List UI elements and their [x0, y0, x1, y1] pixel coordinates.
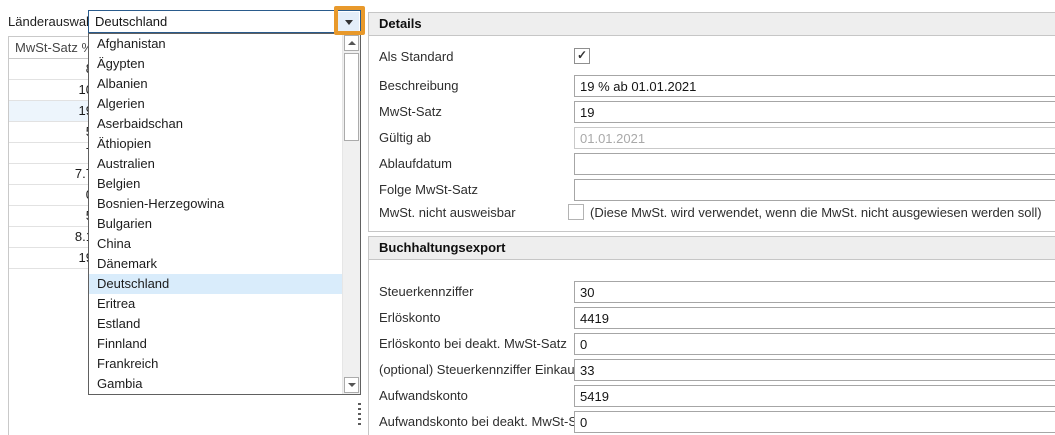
mwst-rate-row[interactable]: 8.1: [9, 227, 97, 248]
country-dropdown-list: AfghanistanÄgyptenAlbanienAlgerienAserba…: [89, 34, 360, 394]
details-section: Details Als Standard ✓ Beschreibung MwSt…: [368, 12, 1055, 232]
country-option[interactable]: China: [89, 234, 360, 254]
aufwandskonto-deakt-label: Aufwandskonto bei deakt. MwSt-Satz: [379, 411, 594, 433]
combobox-dropdown-button[interactable]: [338, 12, 359, 31]
folge-mwst-satz-input[interactable]: [574, 179, 1055, 201]
mwst-rate-row[interactable]: 5: [9, 206, 97, 227]
chevron-down-icon: [345, 20, 353, 25]
mwst-nicht-ausweisbar-label: MwSt. nicht ausweisbar: [379, 202, 516, 224]
scroll-down-button[interactable]: [344, 377, 359, 393]
mwst-nicht-ausweisbar-checkbox[interactable]: [568, 204, 584, 220]
mwst-nicht-ausweisbar-note: (Diese MwSt. wird verwendet, wenn die Mw…: [590, 204, 1042, 222]
mwst-rate-row[interactable]: 7.7: [9, 164, 97, 185]
chevron-up-icon: [348, 41, 356, 45]
mwst-rates-column-header[interactable]: MwSt-Satz %: [9, 37, 97, 59]
country-combobox[interactable]: Deutschland: [88, 10, 361, 33]
steuerkennziffer-einkauf-input[interactable]: [574, 359, 1055, 381]
erloeskonto-input[interactable]: [574, 307, 1055, 329]
country-option[interactable]: Estland: [89, 314, 360, 334]
erloeskonto-deakt-label: Erlöskonto bei deakt. MwSt-Satz: [379, 333, 567, 355]
country-dropdown-popup: AfghanistanÄgyptenAlbanienAlgerienAserba…: [88, 33, 361, 395]
steuerkennziffer-einkauf-label: (optional) Steuerkennziffer Einkauf: [379, 359, 578, 381]
country-option[interactable]: Australien: [89, 154, 360, 174]
erloeskonto-label: Erlöskonto: [379, 307, 440, 329]
country-option[interactable]: Äthiopien: [89, 134, 360, 154]
scroll-up-button[interactable]: [344, 35, 359, 51]
folge-mwst-satz-label: Folge MwSt-Satz: [379, 179, 478, 201]
chevron-down-icon: [348, 383, 356, 387]
mwst-rate-row[interactable]: 0: [9, 185, 97, 206]
beschreibung-input[interactable]: [574, 75, 1055, 97]
steuerkennziffer-input[interactable]: [574, 281, 1055, 303]
buchhaltungsexport-section: Buchhaltungsexport Steuerkennziffer Erlö…: [368, 236, 1055, 435]
panel-splitter-grip[interactable]: [358, 403, 361, 426]
country-select-label: Länderauswahl: [8, 10, 96, 33]
country-option[interactable]: Belgien: [89, 174, 360, 194]
mwst-rate-row[interactable]: 8: [9, 59, 97, 80]
country-option[interactable]: Deutschland: [89, 274, 360, 294]
details-section-title: Details: [369, 13, 1055, 36]
country-option[interactable]: Finnland: [89, 334, 360, 354]
mwst-rate-row[interactable]: 19: [9, 101, 97, 122]
gueltig-ab-input: [574, 127, 1055, 149]
country-option[interactable]: Aserbaidschan: [89, 114, 360, 134]
mwst-rate-row[interactable]: 5: [9, 122, 97, 143]
country-option[interactable]: Ägypten: [89, 54, 360, 74]
mwst-rate-row[interactable]: 10: [9, 80, 97, 101]
country-option[interactable]: Bulgarien: [89, 214, 360, 234]
aufwandskonto-input[interactable]: [574, 385, 1055, 407]
aufwandskonto-label: Aufwandskonto: [379, 385, 468, 407]
country-option[interactable]: Eritrea: [89, 294, 360, 314]
buchhaltungsexport-section-title: Buchhaltungsexport: [369, 237, 1055, 260]
steuerkennziffer-label: Steuerkennziffer: [379, 281, 473, 303]
gueltig-ab-label: Gültig ab: [379, 127, 431, 149]
als-standard-checkbox[interactable]: ✓: [574, 48, 590, 64]
beschreibung-label: Beschreibung: [379, 75, 459, 97]
als-standard-label: Als Standard: [379, 46, 453, 68]
country-option[interactable]: Algerien: [89, 94, 360, 114]
ablaufdatum-label: Ablaufdatum: [379, 153, 452, 175]
mwst-rate-row[interactable]: 7: [9, 143, 97, 164]
country-option[interactable]: Afghanistan: [89, 34, 360, 54]
country-combobox-value: Deutschland: [95, 11, 167, 32]
country-option[interactable]: Bosnien-Herzegowina: [89, 194, 360, 214]
mwst-rate-row[interactable]: 19: [9, 248, 97, 269]
country-option[interactable]: Dänemark: [89, 254, 360, 274]
dropdown-scrollbar[interactable]: [342, 34, 360, 394]
mwst-settings-screen: Länderauswahl Deutschland MwSt-Satz % 81…: [0, 0, 1055, 435]
checkmark-icon: ✓: [575, 49, 589, 62]
mwst-satz-input[interactable]: [574, 101, 1055, 123]
mwst-satz-label: MwSt-Satz: [379, 101, 442, 123]
aufwandskonto-deakt-input[interactable]: [574, 411, 1055, 433]
country-option[interactable]: Albanien: [89, 74, 360, 94]
ablaufdatum-input[interactable]: [574, 153, 1055, 175]
scrollbar-thumb[interactable]: [344, 53, 359, 141]
country-option[interactable]: Gambia: [89, 374, 360, 394]
country-option[interactable]: Frankreich: [89, 354, 360, 374]
erloeskonto-deakt-input[interactable]: [574, 333, 1055, 355]
